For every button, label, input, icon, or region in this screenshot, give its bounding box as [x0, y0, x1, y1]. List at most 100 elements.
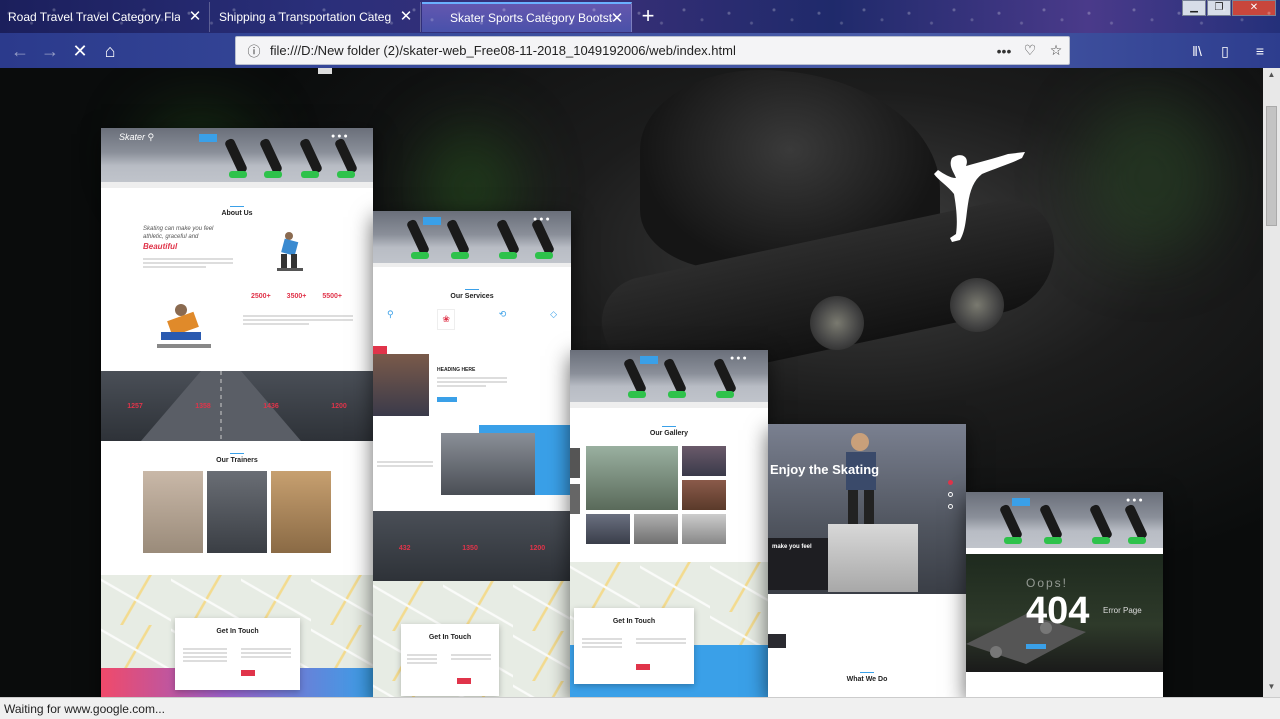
trainer-photo	[271, 471, 331, 553]
stat-value: 2500+	[251, 293, 271, 300]
browser-tab-strip: Road Travel Travel Category Flat Bo ✕ Sh…	[0, 0, 1280, 33]
section-title: Our Services	[373, 289, 571, 300]
hero-banner: ●●●	[570, 350, 768, 402]
library-icon[interactable]: ‖\	[1187, 41, 1207, 61]
page-actions-icon[interactable]: •••	[991, 43, 1017, 59]
counter-value: 432	[398, 545, 411, 552]
window-close-button[interactable]: ✕	[1232, 0, 1276, 16]
navigation-toolbar: ← → ✕ ⌂ ⓘ file:///D:/New folder (2)/skat…	[0, 33, 1280, 68]
stat-value: 3500+	[286, 293, 307, 300]
sidebar-icon[interactable]: ▯	[1215, 41, 1235, 61]
error-label: Error Page	[1103, 606, 1142, 615]
contact-title: Get In Touch	[428, 634, 472, 641]
tab-title: Road Travel Travel Category Flat Bo	[8, 10, 180, 24]
mockup-home-page: Enjoy the Skating make you feel What We …	[768, 424, 966, 697]
skater-photo	[828, 524, 918, 592]
read-more-button	[437, 397, 457, 402]
pocket-icon[interactable]: ♡	[1017, 42, 1043, 59]
contact-title: Get In Touch	[216, 628, 259, 635]
submit-button	[636, 664, 650, 670]
section-title: What We Do	[768, 672, 966, 683]
tab-road-travel[interactable]: Road Travel Travel Category Flat Bo ✕	[0, 2, 210, 32]
tab-title: Shipping a Transportation Category	[219, 10, 391, 24]
tagline-highlight: Beautiful	[143, 242, 178, 251]
skater-photo	[441, 433, 535, 495]
section-title: Our Gallery	[570, 426, 768, 437]
site-logo-icon: Skater ⚲	[119, 132, 155, 142]
scroll-up-icon[interactable]: ▲	[1266, 70, 1277, 80]
new-tab-button[interactable]: +	[637, 3, 659, 29]
minimize-button[interactable]: ▁	[1182, 0, 1206, 16]
stop-loading-icon[interactable]: ✕	[68, 39, 92, 63]
menu-icon[interactable]: ≡	[1250, 41, 1270, 61]
hero-banner: ●●●	[373, 211, 571, 263]
status-bar: Waiting for www.google.com...	[0, 697, 1280, 719]
paragraph-lines	[143, 256, 233, 270]
gallery-photo	[682, 480, 726, 510]
counter-value: 1200	[331, 403, 347, 410]
gallery-photo	[682, 514, 726, 544]
hero-banner: Skater ⚲ ●●●	[101, 128, 373, 182]
skater-photo	[151, 300, 221, 356]
section-title: Our Trainers	[101, 453, 373, 464]
info-panel: make you feel	[768, 538, 830, 590]
mockup-services-page: ●●● Our Services ⚲ ❀ ⟲ ◇ HEADING HERE 432 1…	[373, 211, 571, 697]
counter-value: 1350	[462, 545, 478, 552]
back-arrow-icon[interactable]: ←	[8, 39, 32, 63]
url-text[interactable]: file:///D:/New folder (2)/skater-web_Fre…	[270, 43, 991, 58]
stat-value: 5500+	[322, 293, 343, 300]
submit-button	[457, 678, 471, 684]
skater-photo	[271, 228, 307, 276]
maximize-button[interactable]: ❐	[1207, 0, 1231, 16]
hero-headline: Enjoy the Skating	[770, 462, 880, 477]
background-blur	[1080, 98, 1220, 258]
skateboard-wheel	[950, 278, 1004, 332]
counter-value: 1257	[127, 403, 143, 410]
section-title: About Us	[101, 206, 373, 217]
gallery-photo	[586, 514, 630, 544]
address-bar[interactable]: ⓘ file:///D:/New folder (2)/skater-web_F…	[235, 36, 1070, 65]
paragraph-lines	[243, 313, 353, 327]
info-text: make you feel	[772, 544, 812, 550]
service-icons: ⚲ ❀ ⟲ ◇	[387, 309, 557, 330]
tab-skater[interactable]: Skater Sports Category Bootst ✕	[422, 2, 632, 32]
bookmark-star-icon[interactable]: ☆	[1043, 42, 1069, 59]
home-icon[interactable]: ⌂	[98, 39, 122, 63]
tagline-line: athletic, graceful and	[143, 234, 199, 240]
forward-arrow-icon[interactable]: →	[38, 39, 62, 63]
error-oops: Oops!	[1026, 576, 1069, 590]
scrollbar-thumb[interactable]	[1266, 106, 1277, 226]
contact-card: Get In Touch	[175, 618, 300, 690]
mockup-gallery-page: ●●● Our Gallery Get In Touch	[570, 350, 768, 697]
close-icon[interactable]: ✕	[609, 11, 625, 27]
submit-button	[241, 670, 255, 676]
trainer-photo	[207, 471, 267, 553]
counter-band: 432 1350 1200	[373, 511, 571, 581]
mockup-about-page: Skater ⚲ ●●● About Us Skating can make y…	[101, 128, 373, 697]
error-code: 404	[1026, 590, 1090, 632]
gallery-photo	[682, 446, 726, 476]
tab-title: Skater Sports Category Bootst	[450, 11, 613, 25]
tab-shipping[interactable]: Shipping a Transportation Category ✕	[211, 2, 421, 32]
contact-card: Get In Touch	[574, 608, 694, 684]
mockup-404-page: ●●● Oops! 404 Error Page	[966, 492, 1163, 697]
info-icon[interactable]: ⓘ	[242, 41, 266, 60]
scroll-down-icon[interactable]: ▼	[1266, 682, 1277, 692]
trainer-photo	[143, 471, 203, 553]
contact-title: Get In Touch	[612, 618, 656, 625]
page-artifact	[318, 68, 332, 74]
close-icon[interactable]: ✕	[398, 9, 414, 25]
nav-pill	[199, 134, 217, 142]
skateboard-wheel	[810, 296, 864, 350]
contact-card: Get In Touch	[401, 624, 499, 696]
gallery-photo	[634, 514, 678, 544]
vertical-scrollbar[interactable]: ▲ ▼	[1263, 68, 1280, 697]
status-text: Waiting for www.google.com...	[4, 702, 165, 716]
page-content: Skater ⚲ ●●● About Us Skating can make y…	[0, 68, 1263, 697]
counter-band: 1257 1358 1436 1200	[101, 371, 373, 441]
go-home-button	[1026, 644, 1046, 649]
stats-row: 2500+ 3500+ 5500+	[251, 293, 342, 300]
gallery-photo	[586, 446, 678, 510]
close-icon[interactable]: ✕	[187, 9, 203, 25]
hero-banner: ●●●	[966, 492, 1163, 548]
